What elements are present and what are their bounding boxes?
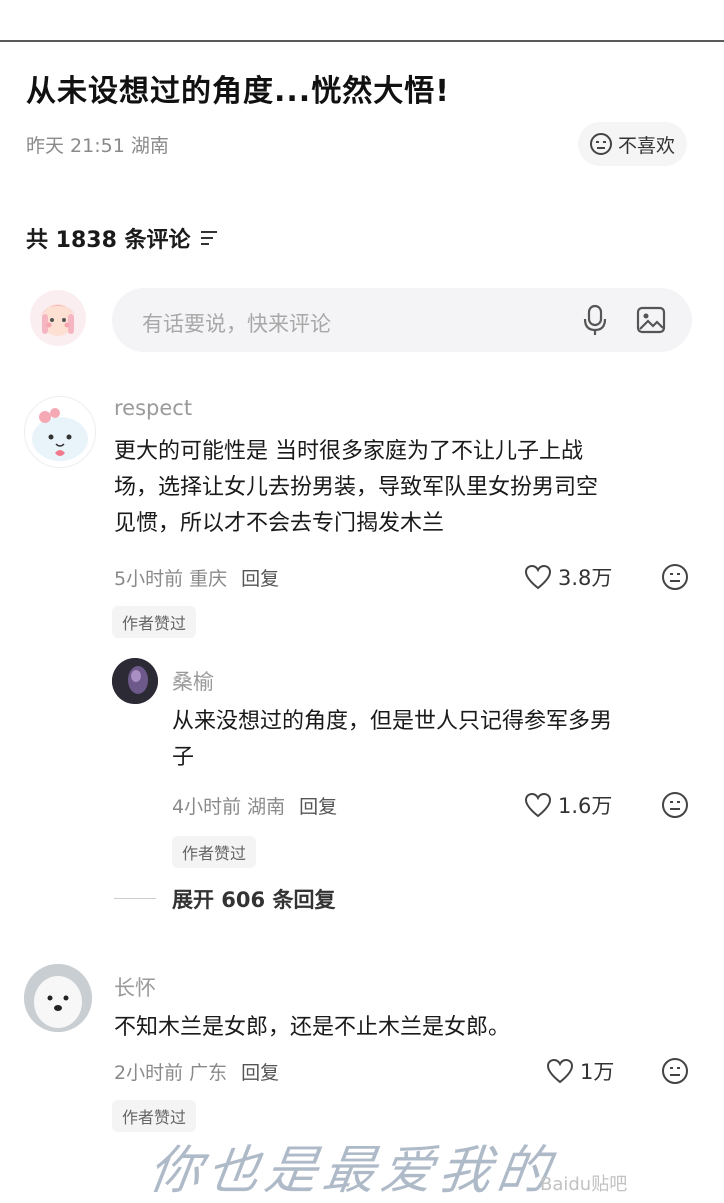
like-button[interactable]: 1万: [546, 1056, 614, 1086]
like-count: 3.8万: [558, 566, 613, 590]
heart-outline-icon: [524, 564, 552, 590]
microphone-icon[interactable]: [580, 304, 610, 336]
current-user-avatar: [30, 290, 86, 346]
reply-like-button[interactable]: 1.6万: [524, 790, 612, 820]
commenter-username[interactable]: 长怀: [114, 972, 156, 1002]
dislike-label: 不喜欢: [618, 134, 676, 157]
reply-dislike-icon[interactable]: [662, 792, 688, 818]
reply-button[interactable]: 回复: [241, 1062, 279, 1084]
watermark: Baidu贴吧: [540, 1174, 628, 1195]
dislike-button[interactable]: 不喜欢: [578, 122, 688, 166]
heart-outline-icon: [524, 792, 552, 818]
comment-time-location: 5小时前 重庆: [114, 568, 228, 590]
reply-like-count: 1.6万: [558, 794, 613, 818]
neutral-face-icon: [590, 133, 612, 155]
commenter-avatar[interactable]: [24, 396, 96, 468]
comment-meta: 5小时前 重庆 回复: [114, 564, 279, 591]
handwriting-overlay: 你也是最爱我的: [145, 1141, 560, 1201]
comment-meta: 2小时前 广东 回复: [114, 1058, 279, 1085]
reply-button[interactable]: 回复: [299, 796, 337, 818]
post-meta: 昨天 21:51 湖南: [26, 135, 169, 157]
comment-sort-toggle[interactable]: 共 1838 条评论: [26, 222, 217, 254]
reply-avatar[interactable]: [112, 658, 158, 704]
author-liked-badge: 作者赞过: [172, 836, 257, 868]
image-icon[interactable]: [636, 306, 666, 334]
heart-outline-icon: [546, 1058, 574, 1084]
expand-divider: [114, 898, 156, 899]
reply-text: 从来没想过的角度，但是世人只记得参军多男 子: [172, 709, 613, 770]
reply-meta: 4小时前 湖南 回复: [172, 792, 337, 819]
like-count: 1万: [580, 1060, 615, 1084]
comment-count: 共 1838 条评论: [26, 228, 191, 253]
author-liked-badge: 作者赞过: [112, 606, 197, 638]
commenter-username[interactable]: respect: [114, 396, 192, 420]
post-title: 从未设想过的角度...恍然大悟!: [26, 74, 450, 109]
reply-username[interactable]: 桑榆: [172, 666, 214, 696]
comment-time-location: 2小时前 广东: [114, 1062, 228, 1084]
comment-dislike-icon[interactable]: [662, 1058, 688, 1084]
like-button[interactable]: 3.8万: [524, 562, 612, 592]
comment-dislike-icon[interactable]: [662, 564, 688, 590]
reply-time-location: 4小时前 湖南: [172, 796, 286, 818]
comment-input-placeholder: 有话要说，快来评论: [142, 312, 331, 336]
reply-button[interactable]: 回复: [241, 568, 279, 590]
expand-replies-button[interactable]: 展开 606 条回复: [172, 884, 335, 914]
comment-input[interactable]: 有话要说，快来评论: [112, 288, 692, 352]
top-divider: [0, 40, 724, 42]
comment-text: 更大的可能性是 当时很多家庭为了不让儿子上战 场，选择让女儿去扮男装，导致军队里…: [114, 439, 599, 536]
commenter-avatar[interactable]: [24, 964, 92, 1032]
sort-lines-icon: [200, 231, 217, 245]
comment-text: 不知木兰是女郎，还是不止木兰是女郎。: [114, 1015, 511, 1040]
